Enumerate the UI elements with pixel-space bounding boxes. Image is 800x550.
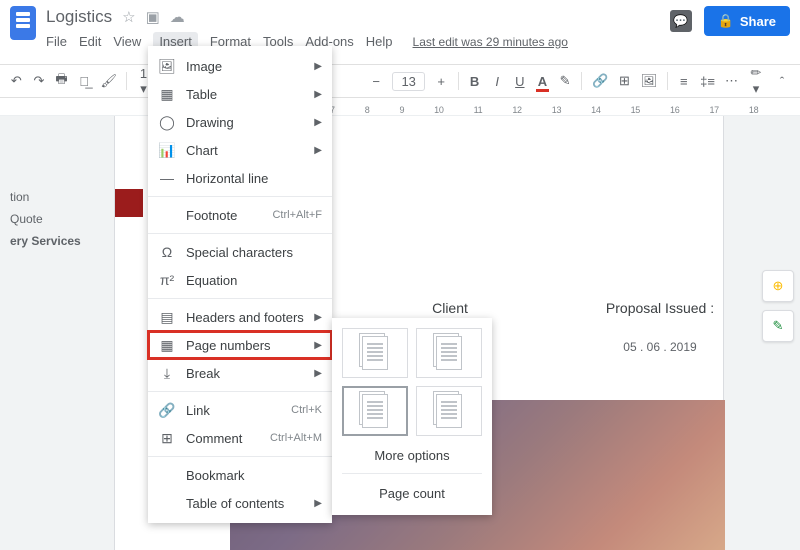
insert-horizontal-line[interactable]: ―Horizontal line <box>148 164 332 192</box>
outline-item[interactable]: tion <box>0 186 91 208</box>
font-size-decrease[interactable]: − <box>370 74 383 89</box>
lock-icon: 🔒 <box>718 13 734 29</box>
star-icon[interactable]: ☆ <box>122 8 135 26</box>
comment-icon: ⊞ <box>158 430 176 447</box>
submenu-arrow-icon: ▶ <box>314 312 322 323</box>
page-numbers-page-count[interactable]: Page count <box>342 474 482 511</box>
insert-menu-dropdown: 🖼Image▶ ▦Table▶ ◯Drawing▶ 📊Chart▶ ―Horiz… <box>148 46 332 523</box>
editing-mode-icon[interactable]: ✏ ▾ <box>748 65 764 97</box>
drawing-icon: ◯ <box>158 114 176 131</box>
font-size-input[interactable]: 13 <box>392 72 424 91</box>
break-icon: ⤓ <box>158 365 176 382</box>
insert-link[interactable]: 🔗LinkCtrl+K <box>148 396 332 424</box>
docs-logo-icon[interactable] <box>10 6 36 40</box>
toolbar: ↶ ↷ 🖶 Ａ̲ 🖌 1 ▾ − 13 + B I U A ✎ 🔗 ⊞ 🖼 ≡ … <box>0 64 800 98</box>
hline-icon: ― <box>158 170 176 186</box>
insert-table-of-contents[interactable]: Table of contents▶ <box>148 489 332 517</box>
insert-bookmark[interactable]: Bookmark <box>148 461 332 489</box>
menu-file[interactable]: File <box>46 34 67 49</box>
page-number-style-4[interactable] <box>416 386 482 436</box>
omega-icon: Ω <box>158 244 176 260</box>
page-number-style-3[interactable] <box>342 386 408 436</box>
insert-comment-icon[interactable]: ⊞ <box>618 73 631 89</box>
document-title[interactable]: Logistics <box>46 7 112 27</box>
link-icon: 🔗 <box>158 402 176 419</box>
insert-special-characters[interactable]: ΩSpecial characters <box>148 238 332 266</box>
menu-help[interactable]: Help <box>366 34 393 49</box>
add-comment-button[interactable]: ⊕ <box>762 270 794 302</box>
collapse-toolbar-icon[interactable]: ˆ <box>774 74 790 89</box>
open-comments-button[interactable]: 💬 <box>670 10 692 32</box>
insert-break[interactable]: ⤓Break▶ <box>148 359 332 387</box>
line-spacing-icon[interactable]: ‡≡ <box>700 74 715 89</box>
insert-headers-footers[interactable]: ▤Headers and footers▶ <box>148 303 332 331</box>
submenu-arrow-icon: ▶ <box>314 368 322 379</box>
insert-image-icon[interactable]: 🖼 <box>641 73 657 89</box>
insert-table[interactable]: ▦Table▶ <box>148 80 332 108</box>
page-number-style-1[interactable] <box>342 328 408 378</box>
align-icon[interactable]: ≡ <box>678 74 691 89</box>
insert-link-icon[interactable]: 🔗 <box>592 73 608 89</box>
redo-icon[interactable]: ↷ <box>33 73 46 89</box>
submenu-arrow-icon: ▶ <box>314 340 322 351</box>
underline-icon[interactable]: U <box>514 74 527 89</box>
page-numbers-more-options[interactable]: More options <box>342 436 482 473</box>
submenu-arrow-icon: ▶ <box>314 145 322 156</box>
chart-icon: 📊 <box>158 142 176 159</box>
font-size-increase[interactable]: + <box>435 74 448 89</box>
client-heading: Client <box>370 300 530 316</box>
cloud-saved-icon: ☁ <box>170 8 185 26</box>
share-button-label: Share <box>740 14 776 29</box>
undo-icon[interactable]: ↶ <box>10 73 23 89</box>
proposal-date: 05 . 06 . 2019 <box>575 340 745 354</box>
menu-edit[interactable]: Edit <box>79 34 101 49</box>
print-icon[interactable]: 🖶 <box>55 70 68 92</box>
insert-page-numbers[interactable]: ▦Page numbers▶ <box>148 331 332 359</box>
insert-chart[interactable]: 📊Chart▶ <box>148 136 332 164</box>
share-button[interactable]: 🔒 Share <box>704 6 790 36</box>
text-color-icon[interactable]: A <box>536 74 549 89</box>
insert-equation[interactable]: π²Equation <box>148 266 332 294</box>
table-icon: ▦ <box>158 86 176 103</box>
pi-icon: π² <box>158 272 176 288</box>
page-numbers-submenu: More options Page count <box>332 318 492 515</box>
page-number-style-2[interactable] <box>416 328 482 378</box>
outline-item[interactable]: ery Services <box>0 230 91 252</box>
last-edit-link[interactable]: Last edit was 29 minutes ago <box>413 35 568 49</box>
add-comment-icon: ⊕ <box>773 278 784 294</box>
menu-view[interactable]: View <box>113 34 141 49</box>
outline-item[interactable]: Quote <box>0 208 91 230</box>
insert-comment[interactable]: ⊞CommentCtrl+Alt+M <box>148 424 332 452</box>
document-outline: tion Quote ery Services <box>0 186 91 252</box>
document-accent-bar <box>115 189 143 217</box>
insert-footnote[interactable]: FootnoteCtrl+Alt+F <box>148 201 332 229</box>
suggest-edits-button[interactable]: ✎ <box>762 310 794 342</box>
suggest-icon: ✎ <box>773 318 784 334</box>
submenu-arrow-icon: ▶ <box>314 498 322 509</box>
bold-icon[interactable]: B <box>468 74 481 89</box>
menu-bar: File Edit View Insert Format Tools Add-o… <box>46 32 670 51</box>
proposal-heading: Proposal Issued : <box>575 300 745 316</box>
move-icon[interactable]: ▣ <box>146 8 160 26</box>
submenu-arrow-icon: ▶ <box>314 61 322 72</box>
highlight-icon[interactable]: ✎ <box>559 73 572 89</box>
insert-image[interactable]: 🖼Image▶ <box>148 52 332 80</box>
submenu-arrow-icon: ▶ <box>314 117 322 128</box>
paint-format-icon[interactable]: 🖌 <box>100 73 116 89</box>
page-numbers-icon: ▦ <box>158 337 176 354</box>
spellcheck-icon[interactable]: Ａ̲ <box>78 74 91 89</box>
submenu-arrow-icon: ▶ <box>314 89 322 100</box>
image-icon: 🖼 <box>158 58 176 75</box>
italic-icon[interactable]: I <box>491 74 504 89</box>
app-header: Logistics ☆ ▣ ☁ File Edit View Insert Fo… <box>0 0 800 64</box>
headers-icon: ▤ <box>158 309 176 326</box>
more-toolbar-icon[interactable]: ⋯ <box>725 73 738 89</box>
ruler[interactable]: 7 8 9 10 11 12 13 14 15 16 17 18 <box>0 98 800 116</box>
title-block: Logistics ☆ ▣ ☁ File Edit View Insert Fo… <box>46 6 670 51</box>
insert-drawing[interactable]: ◯Drawing▶ <box>148 108 332 136</box>
